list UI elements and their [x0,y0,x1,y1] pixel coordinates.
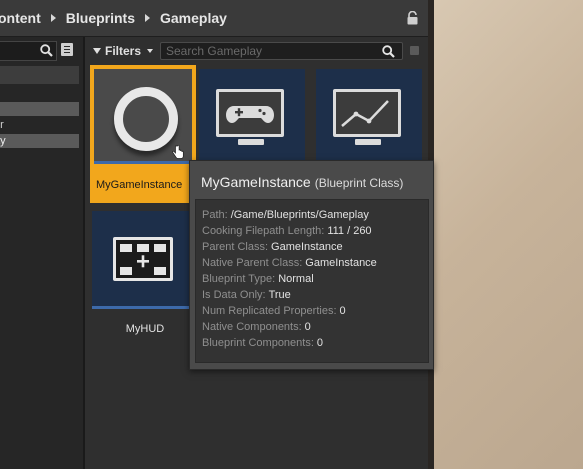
tooltip-row-is-data-only: Is Data Only: True [202,289,291,301]
asset-thumbnail [316,69,422,167]
tooltip-row-blueprint-components: Blueprint Components: 0 [202,337,324,349]
filters-label: Filters [105,44,142,58]
breadcrumb-item-gameplay[interactable]: Gameplay [160,10,227,26]
tooltip-row-blueprint-type: Blueprint Type: Normal [202,273,314,285]
asset-label: MyHUD [125,323,165,335]
hud-layout-icon [113,237,173,281]
folder-tree-header [0,66,79,84]
gamepad-monitor-icon [216,89,284,137]
asset-tooltip: MyGameInstance (Blueprint Class) Path:/Ga… [189,160,434,370]
monitor-stand [355,139,381,145]
tooltip-title: MyGameInstance (Blueprint Class) [201,174,403,190]
tooltip-asset-type: (Blueprint Class) [314,176,404,190]
folder-tree-item[interactable]: ay [0,134,79,148]
line-graph-monitor-icon [333,89,401,137]
breadcrumb: ontent Blueprints Gameplay [0,0,428,37]
filter-bar: Filters [86,40,428,62]
save-search-icon[interactable] [410,46,419,55]
asset-label: MyGameInstance [96,179,183,191]
tooltip-row-cooking-filepath-length: Cooking Filepath Length: 111 / 260 [202,225,372,237]
asset-tile-mygameinstance[interactable]: MyGameInstance [90,65,196,203]
class-color-bar [94,161,192,164]
tooltip-row-path: Path:/Game/Blueprints/Gameplay [202,209,369,221]
folder-tree-item[interactable]: er [0,118,79,132]
tooltip-row-num-replicated-properties: Num Replicated Properties: 0 [202,305,346,317]
breadcrumb-item-content[interactable]: ontent [0,10,41,26]
hand-cursor-icon [172,145,184,159]
asset-thumbnail [94,69,192,164]
chevron-down-icon [147,49,154,53]
tooltip-row-native-parent-class: Native Parent Class: GameInstance [202,257,377,269]
asset-thumbnail [92,211,198,309]
tooltip-row-native-components: Native Components: 0 [202,321,311,333]
breadcrumb-separator-icon [50,14,56,22]
breadcrumb-separator-icon [145,14,150,22]
class-color-bar [92,306,198,309]
folder-tree-item[interactable]: s [0,102,79,116]
lock-icon[interactable] [407,11,418,25]
filter-funnel-icon [93,48,101,54]
filters-button[interactable]: Filters [93,43,154,59]
tooltip-asset-name: MyGameInstance [201,174,311,190]
asset-search-input[interactable] [160,42,403,60]
game-instance-ring-icon [114,87,178,151]
search-icon[interactable] [382,45,395,58]
breadcrumb-item-blueprints[interactable]: Blueprints [66,10,135,26]
content-browser: ontent Blueprints Gameplay s er ay Filte… [0,0,434,469]
tooltip-row-parent-class: Parent Class: GameInstance [202,241,343,253]
tooltip-details: Path:/Game/Blueprints/Gameplay Cooking F… [195,199,429,363]
asset-thumbnail [199,69,305,167]
monitor-stand [238,139,264,145]
folder-tree-panel: s er ay [0,37,85,469]
search-icon[interactable] [40,44,53,57]
view-options-button[interactable] [61,43,73,56]
background-wall [432,0,583,469]
